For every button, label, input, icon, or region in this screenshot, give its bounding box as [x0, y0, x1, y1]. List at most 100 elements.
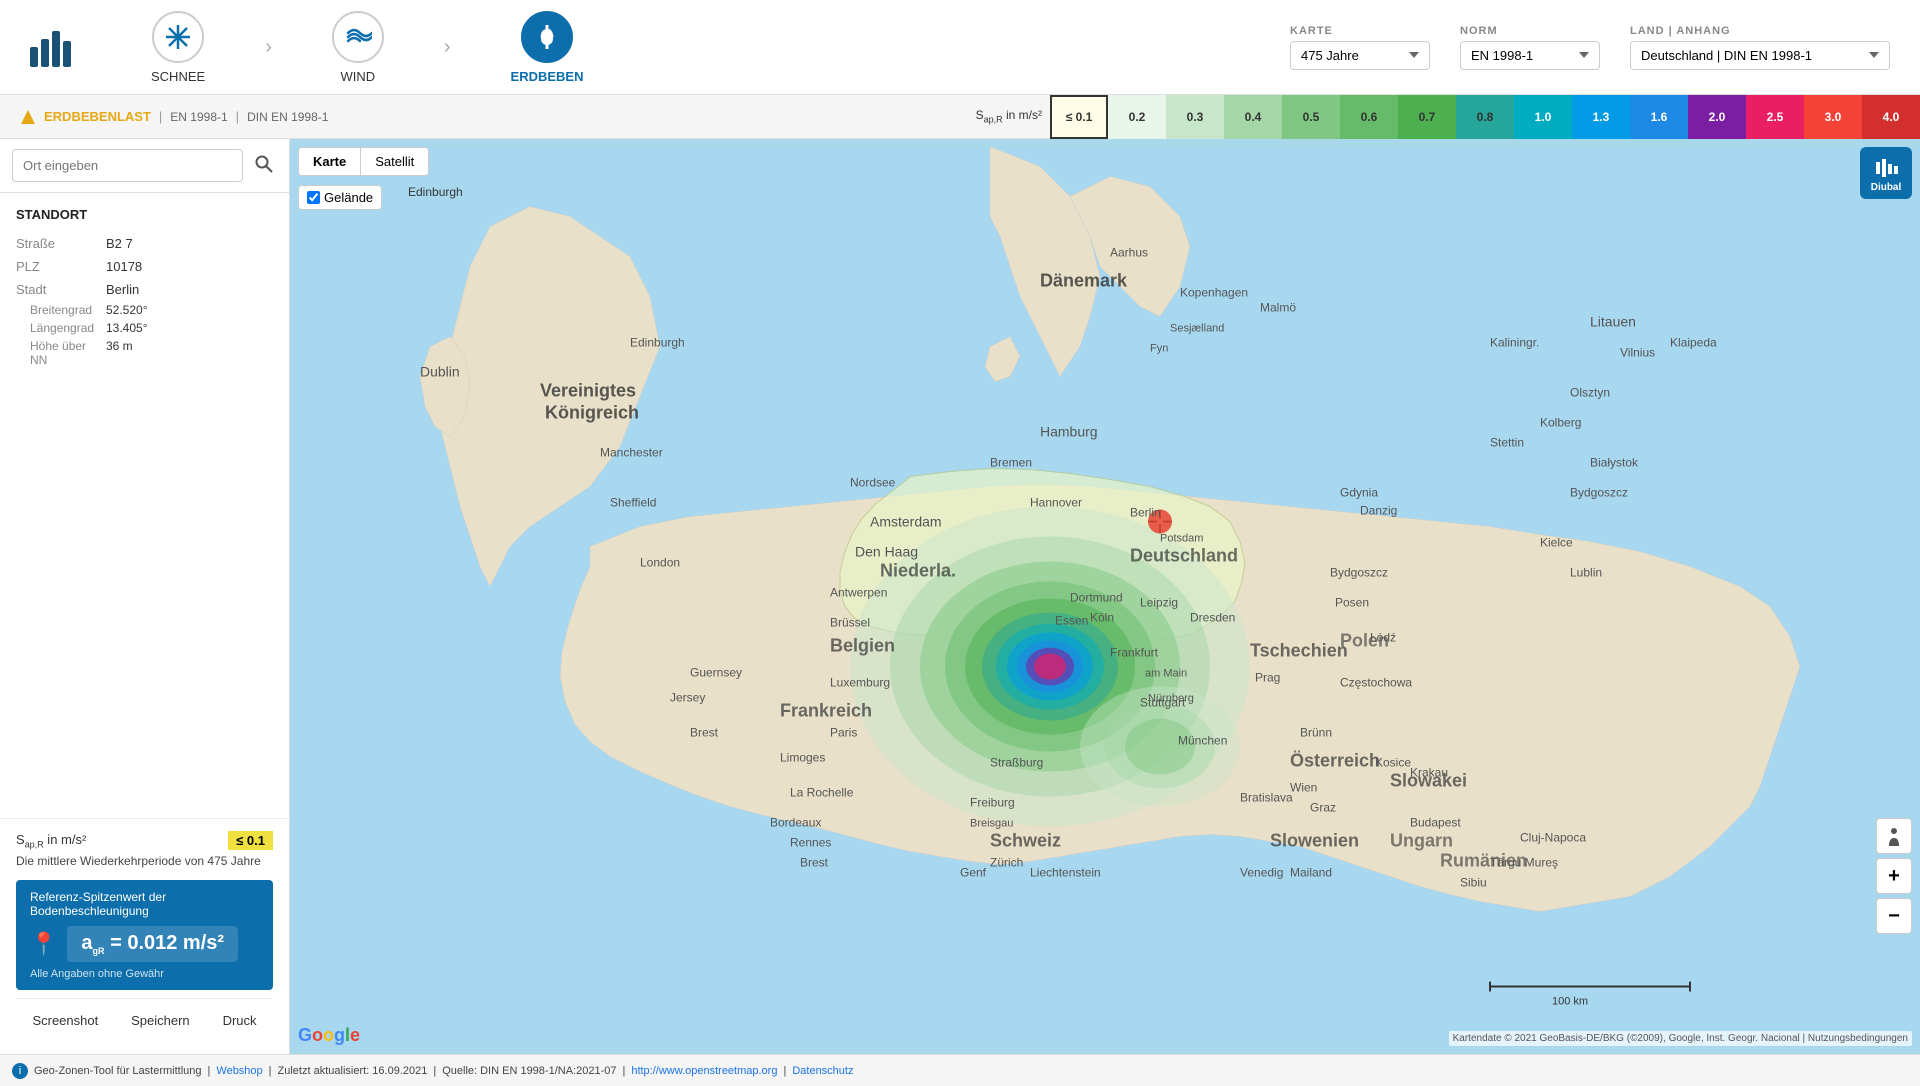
- standort-section: STANDORT Straße B2 7 PLZ 10178 Stadt Ber…: [0, 193, 289, 379]
- search-button[interactable]: [251, 151, 277, 180]
- schnee-icon: [164, 23, 192, 51]
- legend-bar: ERDBEBENLAST | EN 1998-1 | DIN EN 1998-1…: [0, 95, 1920, 139]
- erdbeben-icon-circle: [521, 11, 573, 63]
- karte-select[interactable]: 475 Jahre 100 Jahre 225 Jahre 975 Jahre …: [1290, 41, 1430, 70]
- svg-text:Leipzig: Leipzig: [1140, 596, 1178, 610]
- legend-cell-13[interactable]: 3.0: [1804, 95, 1862, 139]
- karte-label: KARTE: [1290, 25, 1430, 37]
- search-icon: [255, 155, 273, 173]
- nav-arrow-2: ›: [444, 36, 451, 59]
- zoom-in-button[interactable]: +: [1876, 858, 1912, 894]
- svg-text:Frankreich: Frankreich: [780, 701, 872, 721]
- map-area[interactable]: Vereinigtes Königreich Dublin Edinburgh …: [290, 139, 1920, 1054]
- plz-label: PLZ: [16, 255, 106, 278]
- table-row-stadt: Stadt Berlin: [16, 278, 273, 301]
- bottom-sep4: |: [622, 1065, 625, 1077]
- svg-text:Malmö: Malmö: [1260, 301, 1296, 315]
- screenshot-button[interactable]: Screenshot: [24, 1009, 106, 1032]
- person-control[interactable]: [1876, 818, 1912, 854]
- legend-cell-7[interactable]: 0.8: [1456, 95, 1514, 139]
- legend-cell-9[interactable]: 1.3: [1572, 95, 1630, 139]
- result-section: Sap,R in m/s² ≤ 0.1 Die mittlere Wiederk…: [0, 818, 289, 1054]
- svg-text:Bremen: Bremen: [990, 456, 1032, 470]
- map-controls: + −: [1876, 818, 1912, 934]
- druck-button[interactable]: Druck: [215, 1009, 265, 1032]
- svg-text:Bratislava: Bratislava: [1240, 791, 1293, 805]
- nav-item-schnee[interactable]: SCHNEE: [151, 11, 205, 84]
- referenz-value: agR = 0.012 m/s²: [67, 926, 238, 962]
- diubal-button[interactable]: Diubal: [1860, 147, 1912, 199]
- bottom-buttons: Screenshot Speichern Druck: [16, 998, 273, 1042]
- svg-text:Königreich: Königreich: [545, 403, 639, 423]
- svg-text:La Rochelle: La Rochelle: [790, 786, 854, 800]
- gelande-label: Gelände: [324, 190, 373, 205]
- legend-cell-0[interactable]: ≤ 0.1: [1050, 95, 1108, 139]
- search-input[interactable]: [12, 149, 243, 182]
- zoom-out-button[interactable]: −: [1876, 898, 1912, 934]
- karte-control: KARTE 475 Jahre 100 Jahre 225 Jahre 975 …: [1290, 25, 1430, 70]
- svg-text:Brest: Brest: [690, 726, 719, 740]
- bottom-sep5: |: [783, 1065, 786, 1077]
- legend-cell-3[interactable]: 0.4: [1224, 95, 1282, 139]
- legend-cell-8[interactable]: 1.0: [1514, 95, 1572, 139]
- legend-cell-12[interactable]: 2.5: [1746, 95, 1804, 139]
- standort-table: Straße B2 7 PLZ 10178 Stadt Berlin Breit…: [16, 232, 273, 369]
- svg-text:am Main: am Main: [1145, 668, 1187, 680]
- legend-cell-2[interactable]: 0.3: [1166, 95, 1224, 139]
- svg-text:Essen: Essen: [1055, 614, 1088, 628]
- sep1: |: [159, 109, 162, 124]
- map-gelande-control: Gelände: [298, 185, 382, 210]
- legend-cell-4[interactable]: 0.5: [1282, 95, 1340, 139]
- main-layout: STANDORT Straße B2 7 PLZ 10178 Stadt Ber…: [0, 139, 1920, 1054]
- bottom-sep2: |: [269, 1065, 272, 1077]
- s-legend-label: Sap,R in m/s²: [976, 108, 1042, 124]
- erdbeben-bar-label: ERDBEBENLAST: [44, 109, 151, 124]
- legend-cell-1[interactable]: 0.2: [1108, 95, 1166, 139]
- logo-bar-3: [52, 31, 60, 67]
- bottom-sep1: |: [208, 1065, 211, 1077]
- svg-text:Klaipeda: Klaipeda: [1670, 336, 1717, 350]
- norm-select[interactable]: EN 1998-1 DIN EN 1998-1: [1460, 41, 1600, 70]
- svg-text:Białystok: Białystok: [1590, 456, 1639, 470]
- schnee-label: SCHNEE: [151, 69, 205, 84]
- nav-items: SCHNEE › WIND ›: [151, 11, 584, 84]
- gelande-checkbox[interactable]: [307, 191, 320, 204]
- svg-text:London: London: [640, 556, 680, 570]
- bottom-webshop-link[interactable]: Webshop: [216, 1065, 262, 1077]
- svg-text:Cluj-Napoca: Cluj-Napoca: [1520, 831, 1586, 845]
- search-box: [0, 139, 289, 193]
- legend-cell-6[interactable]: 0.7: [1398, 95, 1456, 139]
- standort-title: STANDORT: [16, 207, 273, 222]
- legend-cell-5[interactable]: 0.6: [1340, 95, 1398, 139]
- nav-item-erdbeben[interactable]: ERDBEBEN: [511, 11, 584, 84]
- legend-cell-10[interactable]: 1.6: [1630, 95, 1688, 139]
- svg-text:Litauen: Litauen: [1590, 314, 1636, 330]
- wind-icon-circle: [332, 11, 384, 63]
- header-controls: KARTE 475 Jahre 100 Jahre 225 Jahre 975 …: [1290, 25, 1890, 70]
- sidebar-spacer: [0, 379, 289, 818]
- svg-text:Amsterdam: Amsterdam: [870, 514, 942, 530]
- svg-text:Aarhus: Aarhus: [1110, 246, 1148, 260]
- svg-text:Dresden: Dresden: [1190, 611, 1235, 625]
- svg-text:Kielce: Kielce: [1540, 536, 1573, 550]
- bottom-openstreetmap-link[interactable]: http://www.openstreetmap.org: [631, 1065, 777, 1077]
- land-control: LAND | ANHANG Deutschland | DIN EN 1998-…: [1630, 25, 1890, 70]
- svg-text:Brünn: Brünn: [1300, 726, 1332, 740]
- speichern-button[interactable]: Speichern: [123, 1009, 198, 1032]
- legend-cell-11[interactable]: 2.0: [1688, 95, 1746, 139]
- map-tab-karte[interactable]: Karte: [299, 148, 361, 175]
- svg-text:Freiburg: Freiburg: [970, 796, 1015, 810]
- svg-text:Sesjælland: Sesjælland: [1170, 323, 1224, 335]
- svg-text:Vereinigtes: Vereinigtes: [540, 381, 636, 401]
- bottom-datenschutz-link[interactable]: Datenschutz: [792, 1065, 853, 1077]
- legend-cell-14[interactable]: 4.0: [1862, 95, 1920, 139]
- nav-item-wind[interactable]: WIND: [332, 11, 384, 84]
- svg-text:Vilnius: Vilnius: [1620, 346, 1655, 360]
- norm-label: NORM: [1460, 25, 1600, 37]
- erdbeben-label: ERDBEBEN: [511, 69, 584, 84]
- laengengrad-value: 13.405°: [106, 319, 273, 337]
- table-row-hoehe: Höhe über NN 36 m: [16, 337, 273, 369]
- land-select[interactable]: Deutschland | DIN EN 1998-1 Österreich |…: [1630, 41, 1890, 70]
- map-tab-satellit[interactable]: Satellit: [361, 148, 428, 175]
- svg-text:Krakau: Krakau: [1410, 766, 1448, 780]
